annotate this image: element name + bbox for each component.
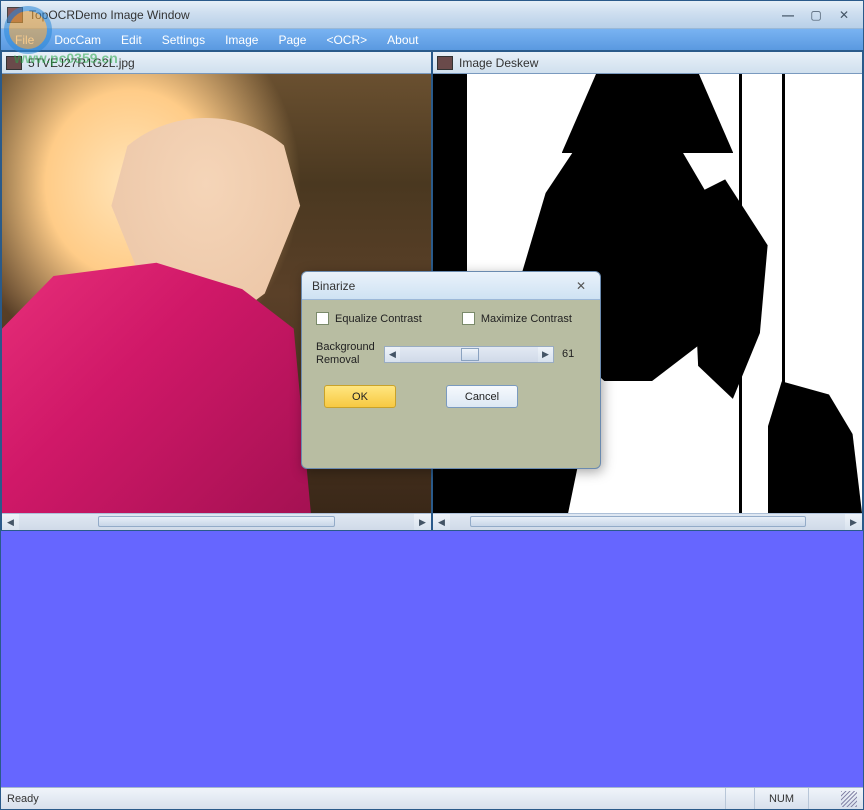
background-removal-value: 61 <box>562 348 586 360</box>
ok-button[interactable]: OK <box>324 385 396 408</box>
lower-panel <box>1 531 863 787</box>
menu-settings[interactable]: Settings <box>152 33 215 47</box>
scroll-thumb[interactable] <box>98 516 335 527</box>
menu-page[interactable]: Page <box>268 33 316 47</box>
minimize-button[interactable] <box>775 6 801 24</box>
menu-about[interactable]: About <box>377 33 428 47</box>
scroll-right-icon[interactable]: ▶ <box>414 514 431 531</box>
background-removal-label: Background Removal <box>316 341 376 367</box>
checkbox-icon <box>462 312 475 325</box>
equalize-contrast-label: Equalize Contrast <box>335 313 422 325</box>
scroll-thumb[interactable] <box>470 516 806 527</box>
equalize-contrast-checkbox[interactable]: Equalize Contrast <box>316 312 422 325</box>
menu-ocr[interactable]: <OCR> <box>316 33 377 47</box>
slider-track[interactable] <box>400 347 538 362</box>
menubar: File DocCam Edit Settings Image Page <OC… <box>1 29 863 51</box>
scroll-left-icon[interactable]: ◀ <box>2 514 19 531</box>
left-pane-header: 5TVEJ27R1G2L.jpg <box>2 52 431 74</box>
menu-doccam[interactable]: DocCam <box>44 33 111 47</box>
status-num: NUM <box>754 788 808 809</box>
right-pane-title: Image Deskew <box>459 56 538 70</box>
checkbox-icon <box>316 312 329 325</box>
background-removal-slider[interactable]: ◀ ▶ <box>384 346 554 363</box>
menu-file[interactable]: File <box>5 33 44 47</box>
window-title: TopOCRDemo Image Window <box>29 8 773 22</box>
maximize-contrast-label: Maximize Contrast <box>481 313 572 325</box>
menu-edit[interactable]: Edit <box>111 33 152 47</box>
titlebar: TopOCRDemo Image Window <box>1 1 863 29</box>
dialog-titlebar[interactable]: Binarize ✕ <box>302 272 600 300</box>
maximize-contrast-checkbox[interactable]: Maximize Contrast <box>462 312 572 325</box>
status-cell-empty <box>725 788 754 809</box>
resize-grip-icon[interactable] <box>841 791 857 807</box>
scroll-track[interactable] <box>450 514 845 530</box>
menu-image[interactable]: Image <box>215 33 268 47</box>
cancel-button[interactable]: Cancel <box>446 385 518 408</box>
camera-icon <box>6 56 22 70</box>
dialog-body: Equalize Contrast Maximize Contrast Back… <box>302 300 600 418</box>
maximize-button[interactable] <box>803 6 829 24</box>
dialog-title: Binarize <box>312 279 355 293</box>
scroll-right-icon[interactable]: ▶ <box>845 514 862 531</box>
status-ready: Ready <box>7 793 39 805</box>
slider-thumb[interactable] <box>461 348 479 361</box>
slider-decrement-icon[interactable]: ◀ <box>385 347 400 362</box>
camera-icon <box>437 56 453 70</box>
scroll-track[interactable] <box>19 514 414 530</box>
binarize-dialog: Binarize ✕ Equalize Contrast Maximize Co… <box>301 271 601 469</box>
statusbar: Ready NUM <box>1 787 863 809</box>
status-cell-empty <box>808 788 837 809</box>
left-horizontal-scrollbar[interactable]: ◀ ▶ <box>2 513 431 530</box>
right-pane-header: Image Deskew <box>433 52 862 74</box>
dialog-close-button[interactable]: ✕ <box>572 277 590 295</box>
scroll-left-icon[interactable]: ◀ <box>433 514 450 531</box>
app-icon <box>7 7 23 23</box>
close-button[interactable] <box>831 6 857 24</box>
slider-increment-icon[interactable]: ▶ <box>538 347 553 362</box>
right-horizontal-scrollbar[interactable]: ◀ ▶ <box>433 513 862 530</box>
left-pane-filename: 5TVEJ27R1G2L.jpg <box>28 56 135 70</box>
